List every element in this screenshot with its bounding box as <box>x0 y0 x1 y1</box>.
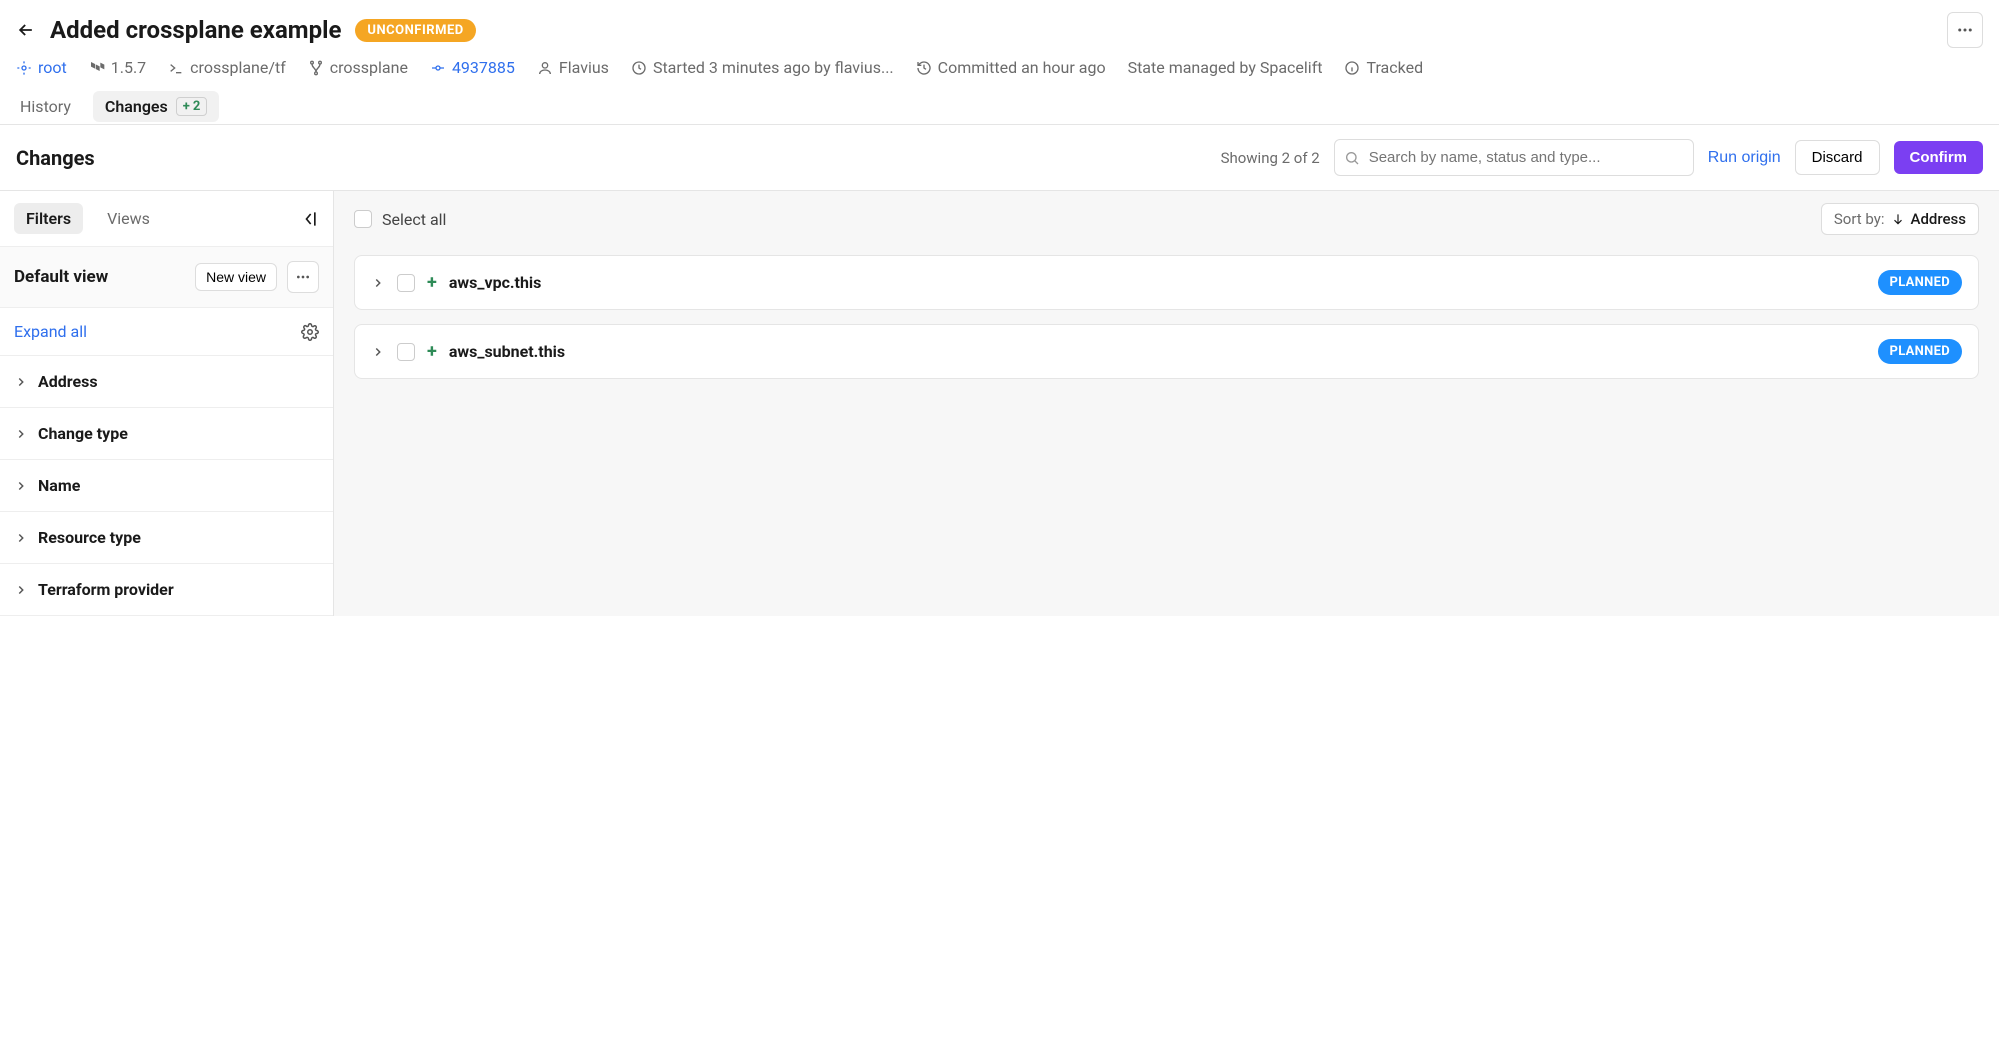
terraform-icon <box>89 60 105 76</box>
filter-item-name[interactable]: Name <box>0 460 333 512</box>
target-icon <box>16 60 32 76</box>
tab-changes-label: Changes <box>105 97 168 116</box>
chevron-right-icon <box>14 427 28 441</box>
expand-resource-icon[interactable] <box>371 276 385 290</box>
tracked-label: Tracked <box>1366 58 1423 77</box>
filter-label: Terraform provider <box>38 580 174 599</box>
confirm-button[interactable]: Confirm <box>1894 141 1984 174</box>
select-all-checkbox[interactable] <box>354 210 372 228</box>
new-view-button[interactable]: New view <box>195 263 277 291</box>
sort-arrow-icon <box>1891 212 1905 226</box>
sidebar-tab-views[interactable]: Views <box>95 203 162 234</box>
terminal-icon <box>168 60 184 76</box>
chevron-right-icon <box>14 375 28 389</box>
expand-resource-icon[interactable] <box>371 345 385 359</box>
sort-value: Address <box>1911 210 1967 228</box>
path-meta: crossplane/tf <box>168 58 286 77</box>
root-label: root <box>38 58 67 77</box>
branch-label: crossplane <box>330 58 408 77</box>
committed-label: Committed an hour ago <box>938 58 1106 77</box>
user-label: Flavius <box>559 58 609 77</box>
search-icon <box>1344 150 1360 166</box>
chevron-right-icon <box>14 583 28 597</box>
branch-meta: crossplane <box>308 58 408 77</box>
commit-label: 4937885 <box>452 58 515 77</box>
info-icon <box>1344 60 1360 76</box>
chevron-right-icon <box>14 479 28 493</box>
sort-dropdown[interactable]: Sort by: Address <box>1821 203 1979 235</box>
chevron-right-icon <box>14 531 28 545</box>
resource-status-badge: PLANNED <box>1878 339 1962 364</box>
page-title: Added crossplane example <box>50 16 341 44</box>
changes-count-badge: +2 <box>176 97 208 116</box>
tab-changes[interactable]: Changes +2 <box>93 91 219 122</box>
expand-all-link[interactable]: Expand all <box>14 322 87 341</box>
history-icon <box>916 60 932 76</box>
resource-row[interactable]: + aws_vpc.this PLANNED <box>354 255 1979 310</box>
filter-label: Address <box>38 372 98 391</box>
sort-label: Sort by: <box>1834 210 1885 228</box>
view-more-button[interactable] <box>287 261 319 293</box>
state-meta: State managed by Spacelift <box>1128 58 1323 77</box>
changes-heading: Changes <box>16 146 95 170</box>
state-label: State managed by Spacelift <box>1128 58 1323 77</box>
filter-item-resource-type[interactable]: Resource type <box>0 512 333 564</box>
resource-checkbox[interactable] <box>397 343 415 361</box>
filter-item-change-type[interactable]: Change type <box>0 408 333 460</box>
select-all-label: Select all <box>382 210 446 229</box>
more-menu-button[interactable] <box>1947 12 1983 48</box>
branch-icon <box>308 60 324 76</box>
resource-status-badge: PLANNED <box>1878 270 1962 295</box>
started-meta: Started 3 minutes ago by flavius... <box>631 58 894 77</box>
user-meta: Flavius <box>537 58 609 77</box>
resource-name: aws_subnet.this <box>449 342 565 361</box>
version-meta: 1.5.7 <box>89 58 146 77</box>
back-arrow-icon[interactable] <box>16 20 36 40</box>
filter-label: Resource type <box>38 528 141 547</box>
view-title: Default view <box>14 267 108 287</box>
started-label: Started 3 minutes ago by flavius... <box>653 58 894 77</box>
filter-label: Change type <box>38 424 128 443</box>
committed-meta: Committed an hour ago <box>916 58 1106 77</box>
resource-checkbox[interactable] <box>397 274 415 292</box>
commit-link[interactable]: 4937885 <box>430 58 515 77</box>
discard-button[interactable]: Discard <box>1795 140 1880 175</box>
path-label: crossplane/tf <box>190 58 286 77</box>
add-icon: + <box>427 341 437 362</box>
add-icon: + <box>427 272 437 293</box>
resource-row[interactable]: + aws_subnet.this PLANNED <box>354 324 1979 379</box>
filter-item-address[interactable]: Address <box>0 356 333 408</box>
filter-label: Name <box>38 476 80 495</box>
tracked-meta: Tracked <box>1344 58 1423 77</box>
collapse-sidebar-icon[interactable] <box>299 209 319 229</box>
user-icon <box>537 60 553 76</box>
tab-history[interactable]: History <box>16 89 75 124</box>
filter-item-terraform-provider[interactable]: Terraform provider <box>0 564 333 616</box>
version-label: 1.5.7 <box>111 58 146 77</box>
clock-icon <box>631 60 647 76</box>
root-link[interactable]: root <box>16 58 67 77</box>
gear-icon[interactable] <box>301 323 319 341</box>
run-origin-button[interactable]: Run origin <box>1708 149 1781 167</box>
showing-text: Showing 2 of 2 <box>1221 149 1320 167</box>
resource-name: aws_vpc.this <box>449 273 542 292</box>
search-input[interactable] <box>1334 139 1694 176</box>
status-badge: UNCONFIRMED <box>355 19 475 42</box>
sidebar-tab-filters[interactable]: Filters <box>14 203 83 234</box>
commit-icon <box>430 60 446 76</box>
